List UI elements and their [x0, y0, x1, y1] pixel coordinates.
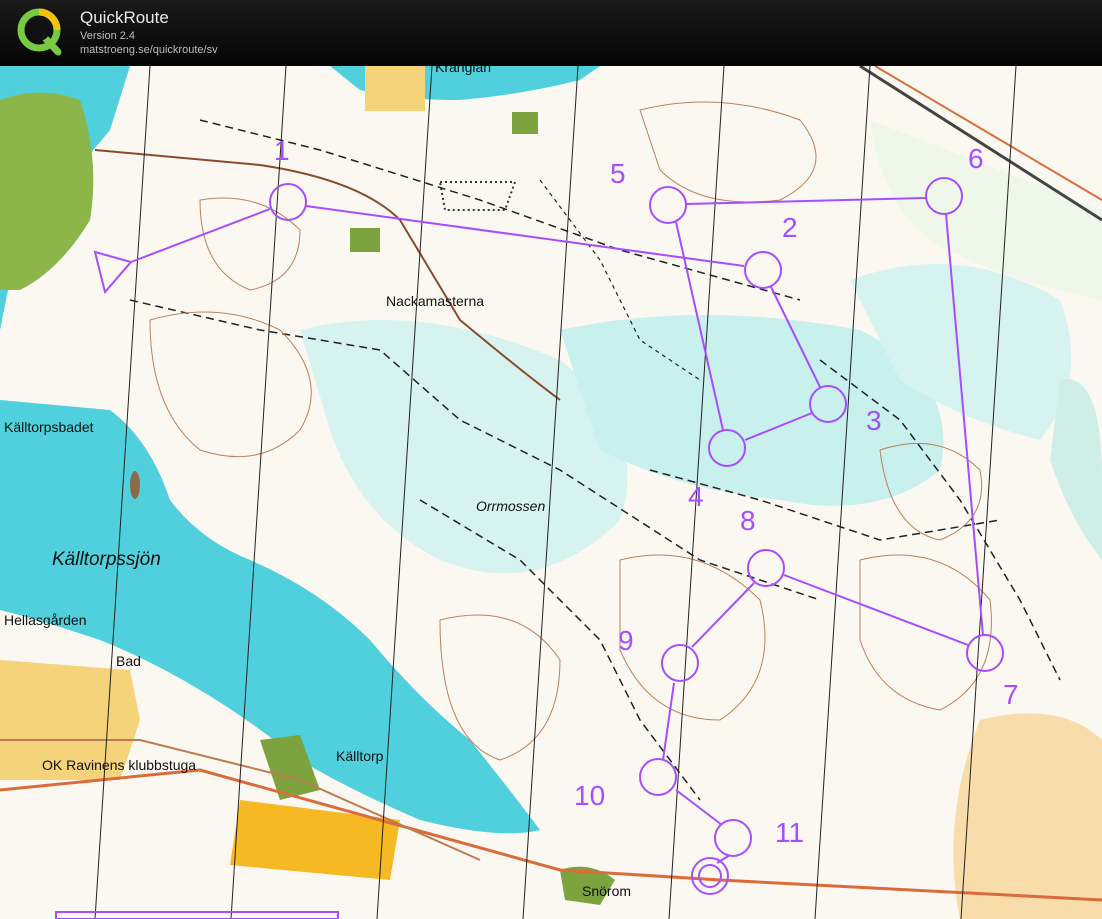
label-snorom: Snörom — [582, 883, 631, 899]
control-number-4: 4 — [688, 481, 704, 512]
control-number-8: 8 — [740, 505, 756, 536]
label-orrmossen: Orrmossen — [476, 498, 545, 514]
title-bar: QuickRoute Version 2.4 matstroeng.se/qui… — [0, 0, 1102, 66]
control-number-5: 5 — [610, 158, 626, 189]
app-version: Version 2.4 — [80, 30, 136, 42]
label-kranglan: Kranglan — [435, 66, 491, 75]
label-kalltorpsbadet: Källtorpsbadet — [4, 419, 94, 435]
label-hellasgarden: Hellasgården — [4, 612, 87, 628]
label-nackamasterna: Nackamasterna — [386, 293, 484, 309]
orienteering-map[interactable]: Kranglan Nackamasterna Källtorpsbadet Kä… — [0, 66, 1102, 919]
app-url: matstroeng.se/quickroute/sv — [80, 44, 218, 56]
quickroute-logo-icon — [17, 8, 62, 56]
label-bad: Bad — [116, 653, 141, 669]
control-number-3: 3 — [866, 405, 882, 436]
control-number-10: 10 — [574, 780, 605, 811]
control-number-6: 6 — [968, 143, 984, 174]
control-number-1: 1 — [274, 135, 290, 166]
app-title: QuickRoute — [80, 8, 169, 27]
control-number-11: 11 — [775, 817, 804, 848]
label-kalltorp: Källtorp — [336, 748, 384, 764]
control-number-7: 7 — [1003, 679, 1019, 710]
control-number-2: 2 — [782, 212, 798, 243]
control-number-9: 9 — [618, 625, 634, 656]
label-klubbstuga: OK Ravinens klubbstuga — [42, 757, 196, 773]
label-kalltorpssjon: Källtorpssjön — [52, 549, 161, 570]
